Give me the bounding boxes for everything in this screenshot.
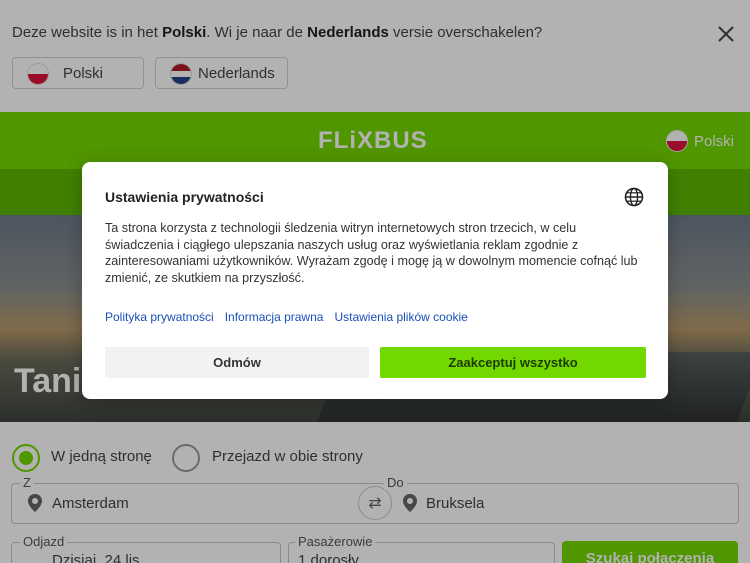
privacy-dialog-body: Ta strona korzysta z technologii śledzen… bbox=[105, 221, 638, 285]
privacy-settings-dialog: Ustawienia prywatności Ta strona korzyst… bbox=[82, 162, 668, 399]
privacy-dialog-title: Ustawienia prywatności bbox=[105, 189, 264, 205]
globe-icon[interactable] bbox=[624, 187, 644, 207]
link-legal-information[interactable]: Informacja prawna bbox=[225, 310, 324, 324]
decline-button[interactable]: Odmów bbox=[105, 347, 369, 378]
link-cookie-settings[interactable]: Ustawienia plików cookie bbox=[334, 310, 467, 324]
privacy-dialog-links: Polityka prywatności Informacja prawna U… bbox=[105, 310, 468, 324]
link-privacy-policy[interactable]: Polityka prywatności bbox=[105, 310, 214, 324]
accept-all-button[interactable]: Zaakceptuj wszystko bbox=[380, 347, 646, 378]
